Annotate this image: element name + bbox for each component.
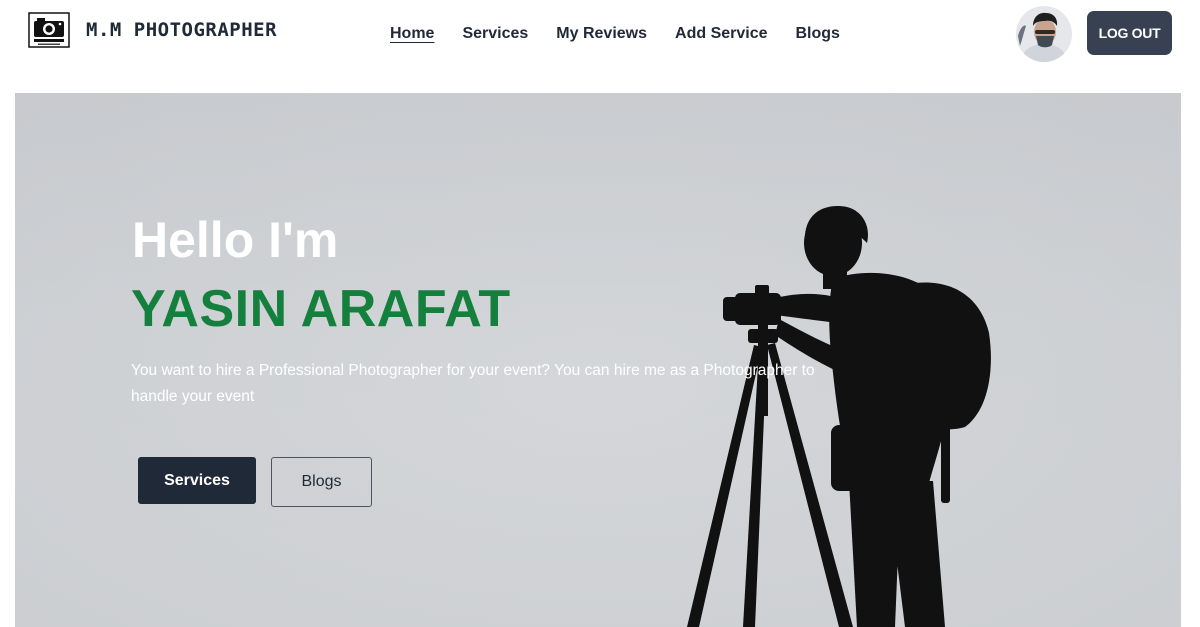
logout-button[interactable]: LOG OUT xyxy=(1087,11,1172,55)
hero-description: You want to hire a Professional Photogra… xyxy=(131,362,815,405)
brand-link[interactable]: M.M PHOTOGRAPHER xyxy=(28,12,277,48)
hero-greeting: Hello I'm xyxy=(132,212,339,268)
navbar: M.M PHOTOGRAPHER Home Services My Review… xyxy=(0,0,1200,68)
nav-link-add-service[interactable]: Add Service xyxy=(661,22,781,46)
user-avatar[interactable] xyxy=(1016,6,1072,62)
nav-link-my-reviews[interactable]: My Reviews xyxy=(542,22,661,46)
brand-name: M.M PHOTOGRAPHER xyxy=(86,19,278,41)
nav-link-home[interactable]: Home xyxy=(376,22,448,46)
hero-name: YASIN ARAFAT xyxy=(131,280,511,338)
main-nav: Home Services My Reviews Add Service Blo… xyxy=(376,22,854,46)
camera-logo-icon xyxy=(28,12,70,48)
hero-banner: Hello I'm YASIN ARAFAT You want to hire … xyxy=(15,93,1181,627)
services-button[interactable]: Services xyxy=(138,457,256,504)
nav-link-blogs[interactable]: Blogs xyxy=(782,22,854,46)
nav-link-services[interactable]: Services xyxy=(448,22,542,46)
blogs-button[interactable]: Blogs xyxy=(271,457,372,507)
